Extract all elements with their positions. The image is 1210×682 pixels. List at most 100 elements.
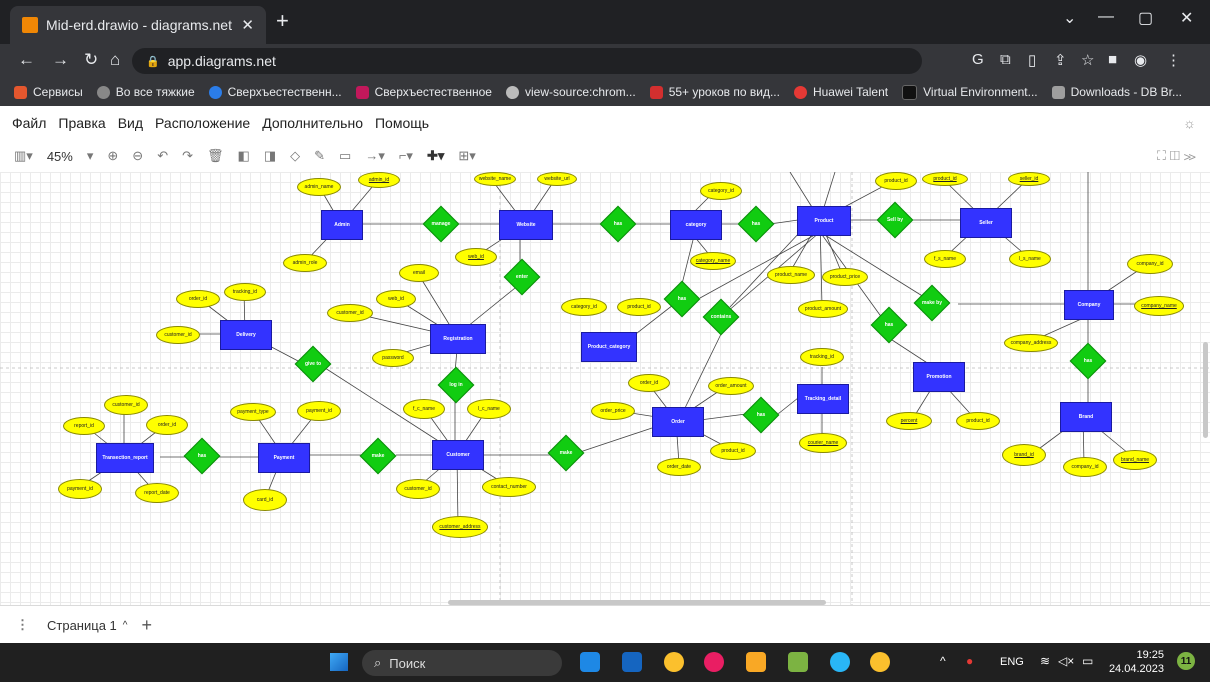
attr-report-id[interactable]: report_id [63, 417, 105, 435]
attr-tracking-id[interactable]: tracking_id [224, 283, 266, 301]
add-page-icon[interactable]: + [141, 615, 152, 636]
bookmark-1[interactable]: Во все тяжкие [96, 85, 195, 99]
extension-icon[interactable]: ⧉ [1000, 51, 1011, 68]
entity-product[interactable]: Product [797, 206, 851, 236]
volume-icon[interactable]: ◁× [1058, 654, 1074, 668]
windows-start-icon[interactable] [330, 653, 348, 671]
delete-icon[interactable]: 🗑 [207, 148, 224, 164]
attr-order-product-id[interactable]: product_id [710, 442, 756, 460]
tab-search-icon[interactable]: ⌄ [1063, 8, 1076, 28]
bookmark-2[interactable]: Сверхъестественн... [208, 85, 342, 99]
bookmark-8[interactable]: Downloads - DB Br... [1051, 85, 1182, 99]
reload-icon[interactable]: ↻ [84, 50, 98, 70]
relation-contains[interactable]: contains [704, 300, 738, 334]
menu-view[interactable]: Вид [118, 115, 143, 131]
entity-website[interactable]: Website [499, 210, 553, 240]
attr-brand-name[interactable]: brand_name [1113, 450, 1157, 470]
relation-has-brand[interactable]: has [1071, 344, 1105, 378]
attr-product-amount[interactable]: product_amount [798, 300, 848, 318]
battery-icon[interactable]: ▭ [1082, 654, 1093, 668]
entity-brand[interactable]: Brand [1060, 402, 1112, 432]
entity-registration[interactable]: Registration [430, 324, 486, 354]
attr-company-name[interactable]: company_name [1134, 296, 1184, 316]
taskbar-search[interactable]: ⌕ Поиск [362, 650, 562, 676]
attr-tr-payment-id[interactable]: payment_id [58, 479, 102, 499]
attr-delivery-order-id[interactable]: order_id [176, 290, 220, 308]
bookmark-apps[interactable]: Сервисы [14, 85, 83, 99]
relation-has-product-category[interactable]: has [665, 282, 699, 316]
menu-edit[interactable]: Правка [58, 115, 105, 131]
minimize-icon[interactable]: — [1098, 8, 1114, 26]
new-tab-button[interactable]: + [276, 8, 289, 34]
attr-category-id[interactable]: category_id [700, 182, 742, 200]
relation-has-promotion[interactable]: has [872, 308, 906, 342]
zoom-out-icon[interactable]: ⊖ [132, 148, 143, 164]
attr-customer-id[interactable]: customer_id [396, 479, 440, 499]
attr-brand-company-id[interactable]: company_id [1063, 457, 1107, 477]
back-icon[interactable]: ← [18, 50, 35, 70]
bookmark-6[interactable]: Huawei Talent [793, 85, 888, 99]
menu-arrange[interactable]: Расположение [155, 115, 250, 131]
attr-admin-id[interactable]: admin_id [358, 172, 400, 188]
kebab-menu-icon[interactable]: ⋮ [1166, 51, 1181, 69]
bookmark-4[interactable]: view-source:chrom... [505, 85, 636, 99]
fill-color-icon[interactable]: ◇ [290, 148, 300, 164]
zoom-dropdown-icon[interactable]: ▾ [87, 148, 94, 164]
line-color-icon[interactable]: ✎ [314, 148, 325, 164]
taskbar-clock[interactable]: 19:25 24.04.2023 [1109, 648, 1164, 676]
url-field[interactable]: 🔒 app.diagrams.net [132, 48, 922, 74]
attr-f-s-name[interactable]: f_s_name [924, 250, 966, 268]
attr-company-id[interactable]: company_id [1127, 254, 1173, 274]
table-icon[interactable]: ⊞▾ [458, 148, 475, 164]
relation-manage[interactable]: manage [424, 207, 458, 241]
sidepanel-icon[interactable]: ■ [1108, 51, 1117, 68]
relation-make-payment[interactable]: make [361, 439, 395, 473]
app-l2-icon[interactable] [622, 652, 642, 672]
reader-icon[interactable]: ▯ [1028, 51, 1036, 69]
attr-product-id[interactable]: product_id [875, 172, 917, 190]
window-close-icon[interactable]: ✕ [1180, 8, 1193, 28]
wifi-icon[interactable]: ≋ [1040, 654, 1050, 668]
redo-icon[interactable]: ↷ [182, 148, 193, 164]
attr-admin-name[interactable]: admin_name [297, 178, 341, 196]
menu-extras[interactable]: Дополнительно [262, 115, 363, 131]
bookmark-5[interactable]: 55+ уроков по вид... [649, 85, 780, 99]
attr-customer-address[interactable]: customer_address [432, 516, 488, 538]
relation-sell-by[interactable]: Sell by [878, 203, 912, 237]
attr-promotion-product-id[interactable]: product_id [956, 412, 1000, 430]
waypoints-icon[interactable]: ⌐▾ [399, 148, 413, 164]
entity-category[interactable]: category [670, 210, 722, 240]
attr-password[interactable]: password [372, 349, 414, 367]
restore-icon[interactable]: ▢ [1138, 8, 1153, 28]
attr-tracking-detail-id[interactable]: tracking_id [800, 348, 844, 366]
attr-delivery-customer-id[interactable]: customer_id [156, 326, 200, 344]
forward-icon[interactable]: → [52, 50, 69, 70]
tray-chevron-icon[interactable]: ^ [940, 654, 946, 668]
star-icon[interactable]: ☆ [1081, 51, 1094, 69]
browser-tab[interactable]: Mid-erd.drawio - diagrams.net ✕ [10, 6, 266, 44]
attr-tr-order-id[interactable]: order_id [146, 415, 188, 435]
entity-customer[interactable]: Customer [432, 440, 484, 470]
attr-email[interactable]: email [399, 264, 439, 282]
entity-delivery[interactable]: Delivery [220, 320, 272, 350]
attr-brand-id[interactable]: brand_id [1002, 444, 1046, 466]
relation-enter[interactable]: enter [505, 260, 539, 294]
explorer-icon[interactable] [746, 652, 766, 672]
menu-file[interactable]: Файл [12, 115, 46, 131]
attr-payment-type[interactable]: payment_type [230, 403, 276, 421]
attr-order-date[interactable]: order_date [657, 458, 701, 476]
pages-menu-icon[interactable]: ⋮ [16, 617, 29, 633]
share-icon[interactable]: ⇪ [1054, 51, 1067, 69]
relation-has-order-tracking[interactable]: has [744, 398, 778, 432]
menu-help[interactable]: Помощь [375, 115, 429, 131]
format-panel-icon[interactable]: ▥▾ [14, 148, 33, 164]
page-tab-1[interactable]: Страница 1 [47, 618, 117, 633]
chrome-active-icon[interactable] [870, 652, 890, 672]
relation-make-by[interactable]: make by [915, 286, 949, 320]
attr-company-address[interactable]: company_address [1004, 334, 1058, 352]
entity-payment[interactable]: Payment [258, 443, 310, 473]
entity-seller[interactable]: Seller [960, 208, 1012, 238]
insert-icon[interactable]: ✚▾ [427, 148, 444, 164]
to-front-icon[interactable]: ◧ [238, 148, 250, 164]
entity-transection-report[interactable]: Transection_report [96, 443, 154, 473]
